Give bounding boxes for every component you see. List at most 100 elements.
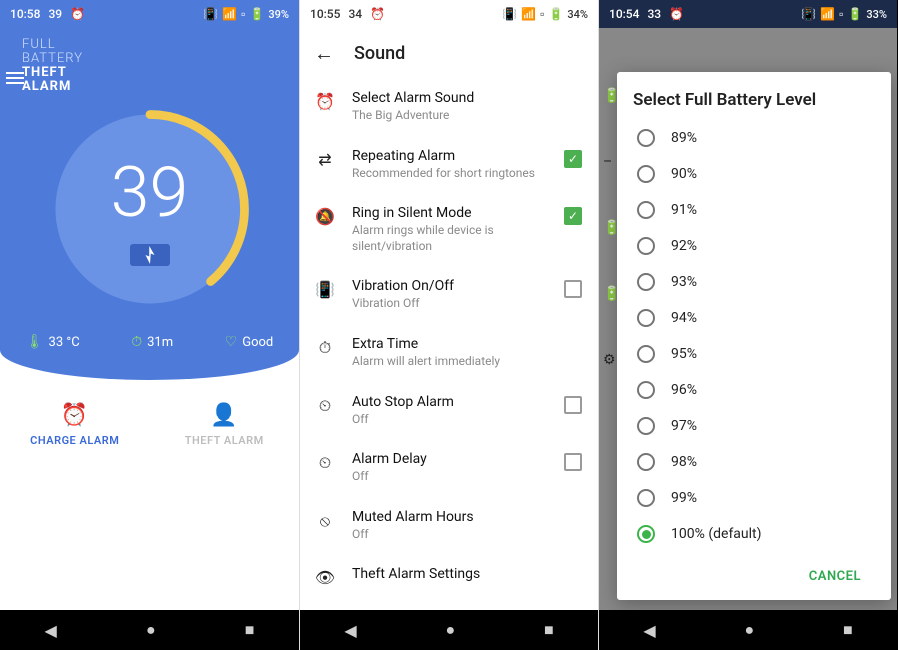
stat-time: ⏱ 31m [131,334,173,350]
dialog-option-list[interactable]: 89% 90% 91% 92% 93% 94% 95% 96% 97% 98% … [633,120,875,557]
checkbox[interactable]: ✓ [564,150,582,168]
radio-button[interactable] [637,165,655,183]
radio-button[interactable] [637,201,655,219]
nav-home[interactable]: ● [744,620,754,640]
signal-icon: ▫ [241,7,245,21]
cancel-button[interactable]: CANCEL [801,563,869,590]
tab-theft-alarm[interactable]: 👤 THEFT ALARM [150,380,300,470]
checkbox[interactable] [564,453,582,471]
row-subtitle: The Big Adventure [352,108,582,124]
radio-button[interactable] [637,309,655,327]
stat-value: Good [242,335,273,350]
battery-icon: 🔋 [548,7,563,21]
timer-icon: ⏱ [131,334,142,350]
android-navbar: ◀ ● ■ [0,610,299,650]
battery-gauge: 39 [45,104,255,314]
radio-button[interactable] [637,273,655,291]
vibrate-icon: 📳 [502,7,517,21]
row-icon: 🔕 [314,207,336,226]
radio-button[interactable] [637,417,655,435]
radio-button[interactable] [637,129,655,147]
settings-row[interactable]: 📳 Vibration On/Off Vibration Off [300,266,598,324]
stat-temp: 🌡 33 °C [26,334,80,350]
row-subtitle: Recommended for short ringtones [352,166,548,182]
status-time: 10:58 [10,7,40,21]
row-title: Vibration On/Off [352,278,548,294]
option-label: 94% [671,310,697,326]
nav-recent[interactable]: ■ [544,620,554,640]
nav-home[interactable]: ● [146,620,156,640]
status-bar: 10:54 33 ⏰ 📳 📶 ▫ 🔋 33% [599,0,897,28]
nav-recent[interactable]: ■ [245,620,255,640]
status-notif: 39 [48,7,62,21]
radio-button[interactable] [637,453,655,471]
settings-row[interactable]: 🔋 Low Battery Alarm Settings [300,599,598,610]
radio-button[interactable] [637,489,655,507]
wifi-icon: 📶 [820,7,835,21]
logo-line: THEFT [22,65,67,80]
alarm-clock-icon: ⏰ [61,403,89,428]
tab-charge-alarm[interactable]: ⏰ CHARGE ALARM [0,380,150,470]
row-icon: 👁 [314,568,336,587]
level-option[interactable]: 94% [633,300,875,336]
row-title: Repeating Alarm [352,148,548,164]
level-option[interactable]: 89% [633,120,875,156]
settings-row[interactable]: ⏲ Alarm Delay Off [300,439,598,497]
option-label: 97% [671,418,697,434]
settings-list[interactable]: ⏰ Select Alarm Sound The Big Adventure ⇄… [300,78,598,610]
row-subtitle: Off [352,527,582,543]
radio-button[interactable] [637,381,655,399]
menu-button[interactable] [6,72,24,84]
status-notif: 33 [647,7,661,21]
radio-button[interactable] [637,237,655,255]
level-option[interactable]: 99% [633,480,875,516]
dialog-title: Select Full Battery Level [633,90,875,110]
radio-button[interactable] [637,345,655,363]
signal-icon: ▫ [839,7,843,21]
level-option[interactable]: 93% [633,264,875,300]
level-option[interactable]: 98% [633,444,875,480]
vibrate-icon: 📳 [801,7,816,21]
settings-row[interactable]: ⏱ Extra Time Alarm will alert immediatel… [300,324,598,382]
back-button[interactable]: ← [314,41,334,66]
settings-row[interactable]: ⏲ Auto Stop Alarm Off [300,382,598,440]
tab-bar: ⏰ CHARGE ALARM 👤 THEFT ALARM [0,380,299,470]
battery-icon: 🔋 [847,7,862,21]
row-icon: ⇄ [314,150,336,169]
level-option[interactable]: 91% [633,192,875,228]
checkbox[interactable] [564,280,582,298]
status-battery: 34% [567,8,588,21]
android-navbar: ◀ ● ■ [300,610,598,650]
settings-row[interactable]: ⦸ Muted Alarm Hours Off [300,497,598,555]
nav-back[interactable]: ◀ [45,621,57,640]
alarm-icon: ⏰ [70,7,85,21]
settings-row[interactable]: ⏰ Select Alarm Sound The Big Adventure [300,78,598,136]
row-subtitle: Alarm will alert immediately [352,354,582,370]
logo-line: FULL [22,37,56,52]
dimmed-background: 🔋 – 🔋 🔋 ⚙ Select Full Battery Level 89% … [599,28,897,650]
level-option[interactable]: 100% (default) [633,516,875,552]
checkbox[interactable]: ✓ [564,207,582,225]
level-option[interactable]: 95% [633,336,875,372]
row-icon: ⏰ [314,92,336,111]
option-label: 89% [671,130,697,146]
row-title: Ring in Silent Mode [352,205,548,221]
settings-row[interactable]: ⇄ Repeating Alarm Recommended for short … [300,136,598,194]
settings-row[interactable]: 👁 Theft Alarm Settings [300,554,598,599]
level-option[interactable]: 97% [633,408,875,444]
level-option[interactable]: 90% [633,156,875,192]
tab-label: CHARGE ALARM [30,434,119,447]
checkbox[interactable] [564,396,582,414]
radio-button[interactable] [637,525,655,543]
nav-home[interactable]: ● [445,620,455,640]
charging-icon [130,244,170,266]
nav-back[interactable]: ◀ [643,621,655,640]
level-option[interactable]: 92% [633,228,875,264]
nav-back[interactable]: ◀ [344,621,356,640]
nav-recent[interactable]: ■ [843,620,853,640]
vibrate-icon: 📳 [203,7,218,21]
option-label: 95% [671,346,697,362]
wifi-icon: 📶 [521,7,536,21]
level-option[interactable]: 96% [633,372,875,408]
settings-row[interactable]: 🔕 Ring in Silent Mode Alarm rings while … [300,193,598,266]
